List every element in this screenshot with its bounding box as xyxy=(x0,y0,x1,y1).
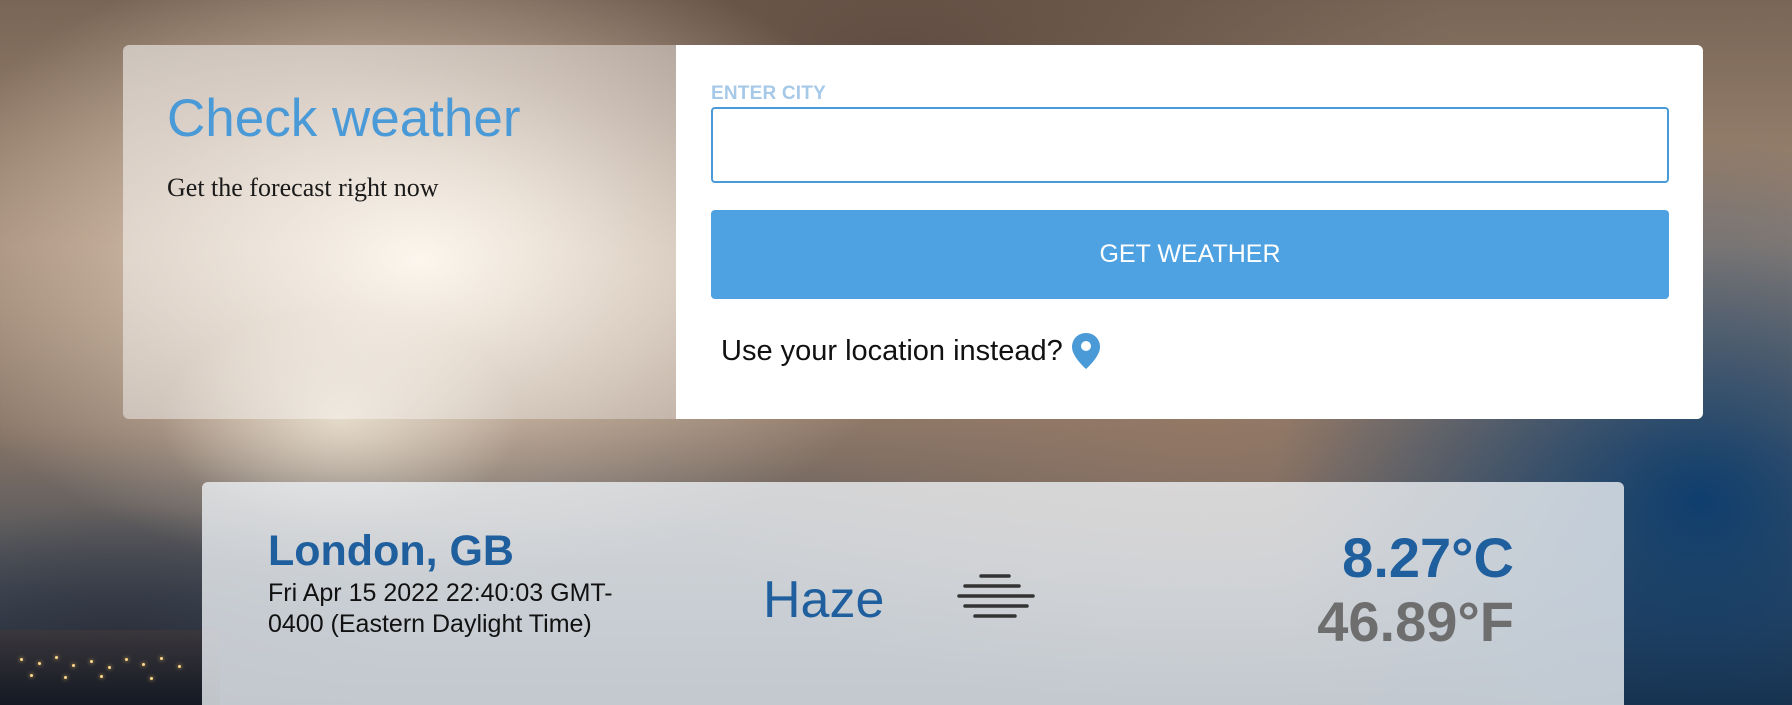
map-pin-icon[interactable] xyxy=(1071,332,1101,370)
intro-panel: Check weather Get the forecast right now xyxy=(123,45,676,419)
result-condition: Haze xyxy=(763,571,885,629)
haze-icon xyxy=(957,570,1035,622)
background-city-lights xyxy=(0,630,220,705)
search-form: ENTER CITY GET WEATHER Use your location… xyxy=(676,45,1703,419)
get-weather-button[interactable]: GET WEATHER xyxy=(711,210,1669,299)
result-datetime: Fri Apr 15 2022 22:40:03 GMT-0400 (Easte… xyxy=(268,579,613,638)
page-subtitle: Get the forecast right now xyxy=(167,173,439,202)
weather-result-card: London, GB Fri Apr 15 2022 22:40:03 GMT-… xyxy=(202,482,1624,705)
use-location-link[interactable]: Use your location instead? xyxy=(721,335,1063,368)
temperature-fahrenheit: 46.89°F xyxy=(1317,590,1514,653)
city-field-label: ENTER CITY xyxy=(711,83,826,104)
result-location: London, GB xyxy=(268,527,514,575)
use-location-row[interactable]: Use your location instead? xyxy=(711,332,1669,370)
page-title: Check weather xyxy=(167,89,521,148)
city-input[interactable] xyxy=(711,107,1669,183)
search-card: Check weather Get the forecast right now… xyxy=(123,45,1703,419)
temperature-celsius: 8.27°C xyxy=(1342,526,1514,589)
